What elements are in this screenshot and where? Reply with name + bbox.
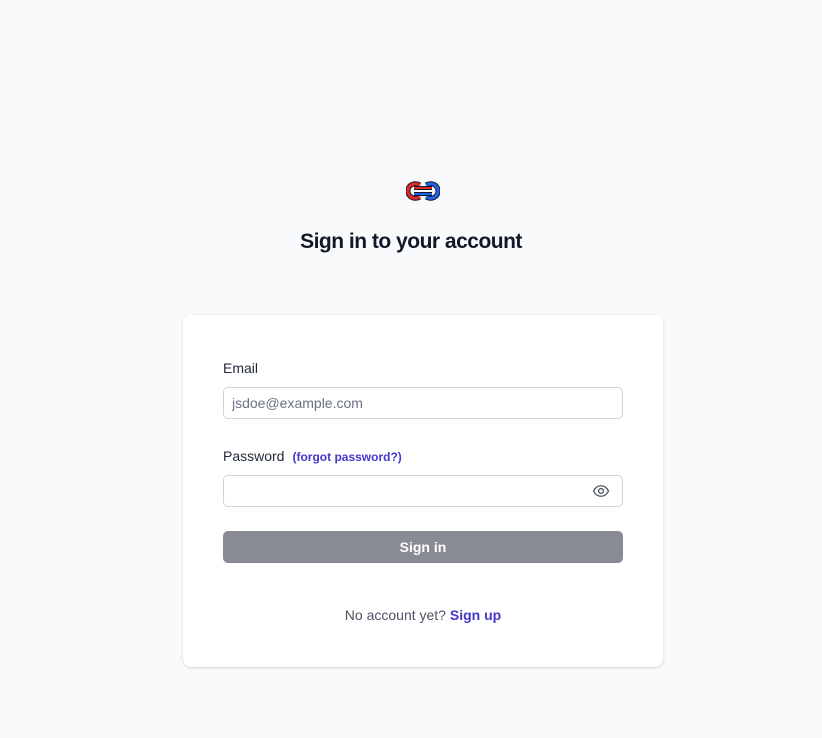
page-title: Sign in to your account	[300, 230, 522, 253]
signup-prompt: No account yet?	[344, 607, 446, 623]
signup-row: No account yet? Sign up	[183, 606, 663, 624]
signin-card: Email Password (forgot password?) Sign in…	[183, 315, 663, 667]
sign-in-button[interactable]: Sign in	[223, 531, 623, 563]
password-label-row: Password (forgot password?)	[223, 447, 402, 466]
email-label: Email	[223, 360, 259, 376]
eye-icon[interactable]	[591, 482, 611, 500]
forgot-password-link[interactable]: (forgot password?)	[292, 450, 401, 464]
password-label: Password	[223, 448, 285, 464]
knot-logo-icon	[406, 181, 440, 201]
sign-up-link[interactable]: Sign up	[450, 607, 501, 623]
email-input[interactable]	[223, 387, 623, 419]
password-input[interactable]	[223, 475, 623, 507]
